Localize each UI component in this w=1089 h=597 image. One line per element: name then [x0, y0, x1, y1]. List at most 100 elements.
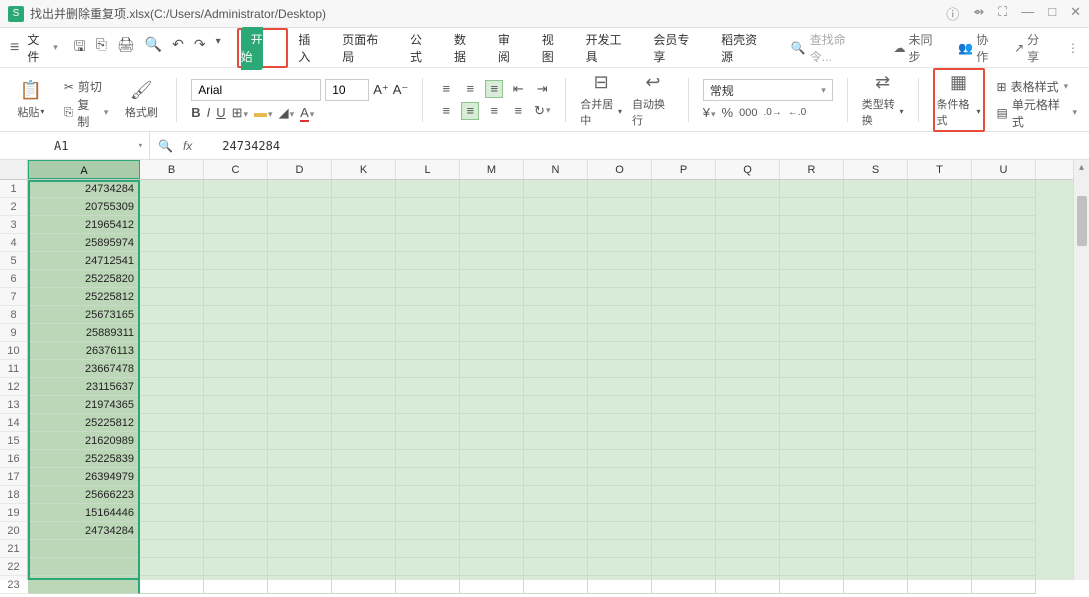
cell[interactable] [268, 450, 332, 468]
cell[interactable] [716, 288, 780, 306]
col-header-U[interactable]: U [972, 160, 1036, 179]
cell[interactable] [844, 540, 908, 558]
row-headers[interactable]: 1234567891011121314151617181920212223 [0, 180, 28, 580]
decrease-decimal-button[interactable]: ←.0 [788, 107, 806, 118]
cell[interactable] [460, 324, 524, 342]
cell[interactable] [140, 288, 204, 306]
cell[interactable] [140, 198, 204, 216]
cell[interactable] [332, 360, 396, 378]
cell[interactable] [332, 396, 396, 414]
cell[interactable] [972, 252, 1036, 270]
cell[interactable] [716, 306, 780, 324]
cell[interactable] [28, 540, 140, 558]
cell[interactable] [332, 180, 396, 198]
cell[interactable] [524, 468, 588, 486]
cell[interactable] [972, 396, 1036, 414]
cell[interactable] [396, 270, 460, 288]
cell[interactable] [588, 270, 652, 288]
cell[interactable] [780, 198, 844, 216]
cell[interactable] [972, 522, 1036, 540]
cell[interactable] [524, 576, 588, 594]
cell[interactable] [844, 486, 908, 504]
cell[interactable] [460, 450, 524, 468]
cell[interactable] [204, 432, 268, 450]
cell-style-button[interactable]: ▤单元格样式 [995, 102, 1079, 124]
cell[interactable] [972, 558, 1036, 576]
cell[interactable] [396, 504, 460, 522]
cell[interactable] [780, 270, 844, 288]
cell[interactable] [268, 576, 332, 594]
row-header-22[interactable]: 22 [0, 558, 27, 576]
italic-button[interactable]: I [207, 105, 211, 120]
cell[interactable] [972, 468, 1036, 486]
wrap-button[interactable]: ↩ 自动换行 [632, 72, 674, 128]
cell[interactable] [332, 306, 396, 324]
align-left-button[interactable]: ≡ [437, 102, 455, 120]
col-header-C[interactable]: C [204, 160, 268, 179]
cell[interactable] [204, 378, 268, 396]
type-convert-button[interactable]: ⇄ 类型转换▾ [862, 72, 904, 128]
align-right-button[interactable]: ≡ [485, 102, 503, 120]
cell[interactable] [716, 378, 780, 396]
cell[interactable] [844, 360, 908, 378]
cell[interactable] [268, 270, 332, 288]
cell[interactable] [204, 288, 268, 306]
cell[interactable]: 24734284 [28, 180, 140, 198]
cell[interactable] [652, 504, 716, 522]
cell[interactable] [332, 576, 396, 594]
justify-button[interactable]: ≡ [509, 102, 527, 120]
cell[interactable] [908, 558, 972, 576]
cell[interactable] [908, 450, 972, 468]
cell[interactable] [908, 216, 972, 234]
cell[interactable] [908, 576, 972, 594]
cell[interactable] [588, 198, 652, 216]
cell[interactable]: 25666223 [28, 486, 140, 504]
cell[interactable] [332, 504, 396, 522]
cell[interactable] [716, 396, 780, 414]
cell[interactable] [460, 432, 524, 450]
row-header-17[interactable]: 17 [0, 468, 27, 486]
cell[interactable] [972, 270, 1036, 288]
cell[interactable] [588, 180, 652, 198]
align-top-button[interactable]: ≡ [437, 80, 455, 98]
print-icon[interactable]: 🖨 [117, 36, 135, 60]
cell[interactable] [332, 558, 396, 576]
cell[interactable] [460, 216, 524, 234]
cell[interactable] [780, 234, 844, 252]
collab-button[interactable]: 👥协作 [958, 31, 1000, 65]
cell[interactable]: 20755309 [28, 198, 140, 216]
cell[interactable] [204, 306, 268, 324]
decrease-font-icon[interactable]: A⁻ [393, 82, 409, 98]
cell[interactable] [460, 234, 524, 252]
cell[interactable] [140, 216, 204, 234]
cell[interactable] [588, 576, 652, 594]
cell[interactable] [140, 270, 204, 288]
cell[interactable] [396, 432, 460, 450]
cell[interactable]: 24712541 [28, 252, 140, 270]
cell[interactable] [140, 342, 204, 360]
cell[interactable] [716, 414, 780, 432]
cell[interactable] [204, 234, 268, 252]
cell[interactable] [524, 234, 588, 252]
cell[interactable] [780, 558, 844, 576]
cell[interactable] [332, 252, 396, 270]
cell[interactable] [268, 378, 332, 396]
cell[interactable] [524, 180, 588, 198]
cell[interactable] [908, 288, 972, 306]
tab-devtools[interactable]: 开发工具 [576, 25, 644, 71]
cell[interactable] [396, 486, 460, 504]
cell[interactable] [908, 414, 972, 432]
cell[interactable] [716, 360, 780, 378]
tab-pagelayout[interactable]: 页面布局 [332, 25, 400, 71]
currency-button[interactable]: ¥ [703, 105, 716, 120]
cell[interactable] [460, 252, 524, 270]
cell[interactable] [588, 324, 652, 342]
col-header-D[interactable]: D [268, 160, 332, 179]
cell[interactable] [844, 576, 908, 594]
col-header-B[interactable]: B [140, 160, 204, 179]
restore-icon[interactable]: ⛶ [998, 4, 1007, 23]
font-size-input[interactable] [325, 79, 369, 101]
cell[interactable] [652, 450, 716, 468]
cell[interactable] [268, 432, 332, 450]
name-box[interactable]: A1 [0, 132, 150, 159]
